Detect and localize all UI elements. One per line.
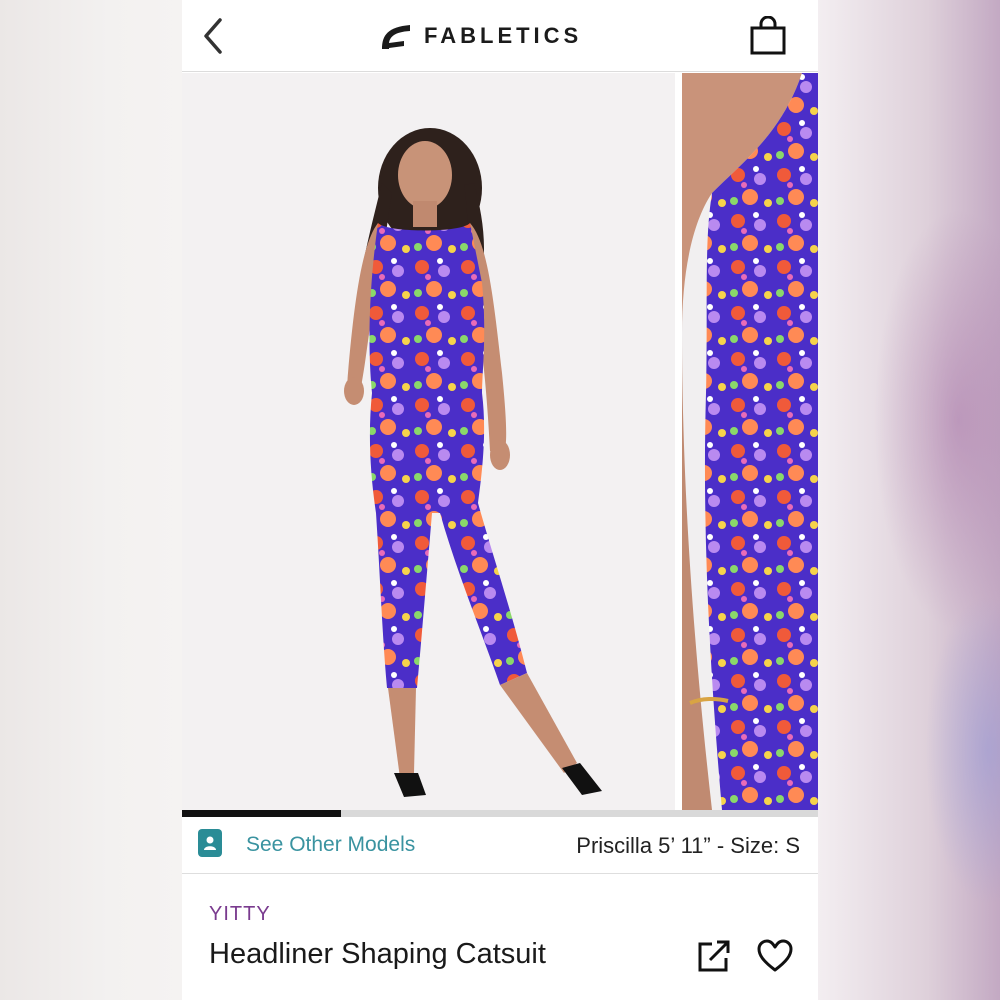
other-models-bar: See Other Models Priscilla 5’ 11” - Size… (182, 817, 818, 874)
product-title: Headliner Shaping Catsuit (209, 938, 546, 970)
share-icon (698, 940, 730, 972)
shopping-bag-button[interactable] (744, 12, 792, 60)
background-blur-right (818, 0, 1000, 1000)
fabletics-logo-icon (382, 25, 410, 49)
favorite-button[interactable] (755, 936, 795, 976)
model-illustration (344, 128, 602, 797)
see-other-models-link[interactable]: See Other Models (246, 833, 415, 857)
shopping-bag-icon (750, 16, 786, 55)
share-button[interactable] (694, 936, 734, 976)
heart-icon (757, 939, 793, 972)
model-size-info: Priscilla 5’ 11” - Size: S (576, 833, 800, 858)
brand-name: FABLETICS (424, 23, 583, 48)
gallery-progress-fill (182, 810, 341, 817)
gallery-progress-track (182, 810, 818, 817)
background-blur-left (0, 0, 182, 1000)
back-button[interactable] (192, 12, 236, 60)
app-screen: FABLETICS See Other Models Priscilla 5’ … (182, 0, 818, 1000)
chevron-left-icon (204, 18, 222, 54)
detail-illustration (682, 73, 818, 810)
side-detail-photo[interactable] (682, 73, 818, 810)
brand-logo[interactable]: FABLETICS (378, 18, 582, 54)
product-brand[interactable]: YITTY (209, 903, 271, 926)
product-image-gallery[interactable] (182, 73, 818, 810)
gallery-divider (675, 73, 682, 810)
top-nav-bar: FABLETICS (182, 0, 818, 72)
full-body-model-photo[interactable] (182, 73, 675, 810)
model-portrait-icon (198, 829, 222, 857)
